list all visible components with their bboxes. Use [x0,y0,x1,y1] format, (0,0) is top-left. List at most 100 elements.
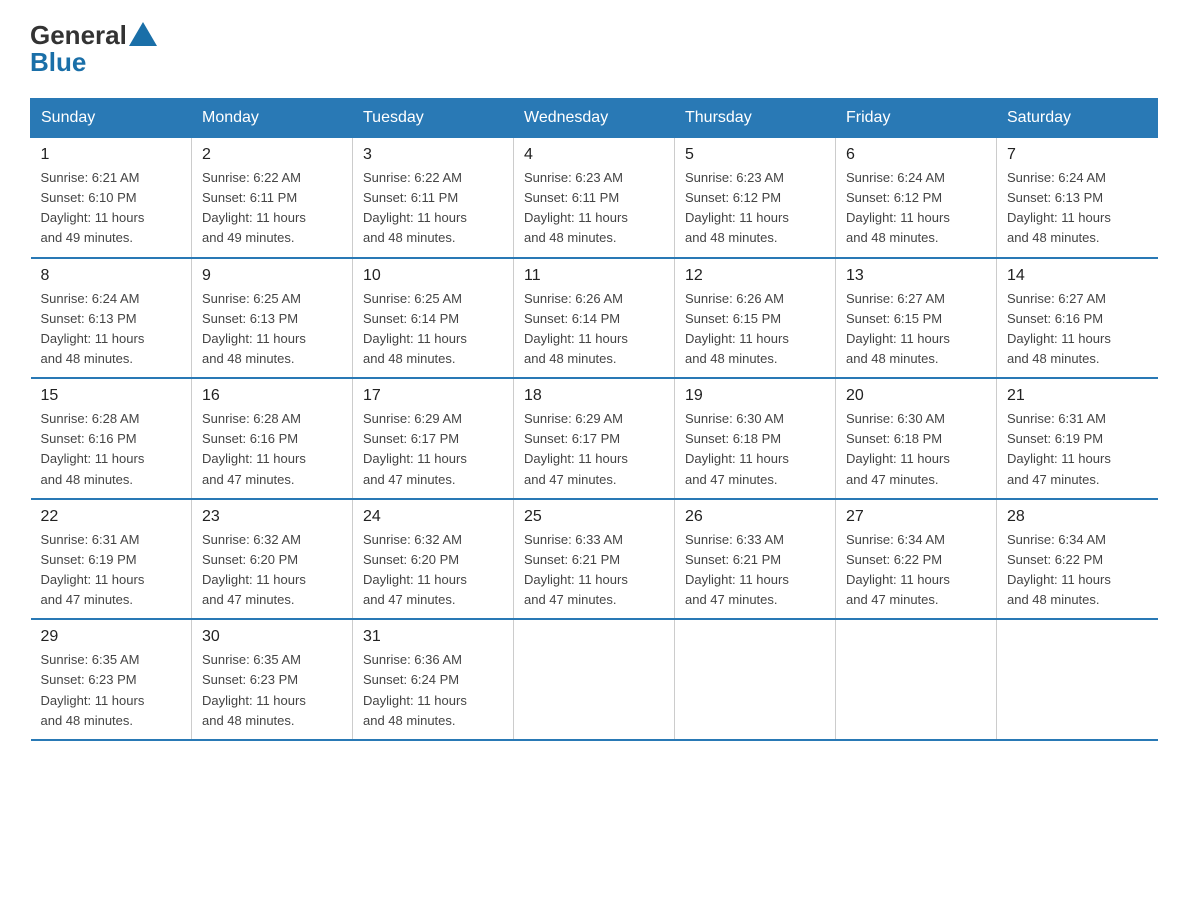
calendar-week-row: 15 Sunrise: 6:28 AM Sunset: 6:16 PM Dayli… [31,378,1158,499]
day-number: 22 [41,508,182,526]
day-number: 28 [1007,508,1148,526]
day-number: 23 [202,508,342,526]
calendar-cell: 15 Sunrise: 6:28 AM Sunset: 6:16 PM Dayli… [31,378,192,499]
calendar-cell [997,619,1158,740]
calendar-cell: 5 Sunrise: 6:23 AM Sunset: 6:12 PM Daylig… [675,138,836,258]
day-number: 15 [41,387,182,405]
calendar-cell [675,619,836,740]
calendar-cell: 10 Sunrise: 6:25 AM Sunset: 6:14 PM Dayli… [353,258,514,379]
day-info: Sunrise: 6:22 AM Sunset: 6:11 PM Dayligh… [202,168,342,249]
day-info: Sunrise: 6:32 AM Sunset: 6:20 PM Dayligh… [363,530,503,611]
calendar-cell: 13 Sunrise: 6:27 AM Sunset: 6:15 PM Dayli… [836,258,997,379]
day-info: Sunrise: 6:24 AM Sunset: 6:13 PM Dayligh… [1007,168,1148,249]
day-info: Sunrise: 6:34 AM Sunset: 6:22 PM Dayligh… [846,530,986,611]
day-number: 14 [1007,267,1148,285]
calendar-cell: 21 Sunrise: 6:31 AM Sunset: 6:19 PM Dayli… [997,378,1158,499]
col-header-monday: Monday [192,99,353,138]
calendar-cell: 12 Sunrise: 6:26 AM Sunset: 6:15 PM Dayli… [675,258,836,379]
day-number: 6 [846,146,986,164]
col-header-wednesday: Wednesday [514,99,675,138]
calendar-cell: 22 Sunrise: 6:31 AM Sunset: 6:19 PM Dayli… [31,499,192,620]
day-info: Sunrise: 6:24 AM Sunset: 6:12 PM Dayligh… [846,168,986,249]
day-number: 17 [363,387,503,405]
calendar-cell: 27 Sunrise: 6:34 AM Sunset: 6:22 PM Dayli… [836,499,997,620]
calendar-cell: 3 Sunrise: 6:22 AM Sunset: 6:11 PM Daylig… [353,138,514,258]
day-info: Sunrise: 6:33 AM Sunset: 6:21 PM Dayligh… [685,530,825,611]
day-info: Sunrise: 6:33 AM Sunset: 6:21 PM Dayligh… [524,530,664,611]
day-info: Sunrise: 6:27 AM Sunset: 6:15 PM Dayligh… [846,289,986,370]
calendar-week-row: 22 Sunrise: 6:31 AM Sunset: 6:19 PM Dayli… [31,499,1158,620]
calendar-cell: 25 Sunrise: 6:33 AM Sunset: 6:21 PM Dayli… [514,499,675,620]
logo-blue-text: Blue [30,47,86,78]
calendar-week-row: 1 Sunrise: 6:21 AM Sunset: 6:10 PM Daylig… [31,138,1158,258]
calendar-cell: 31 Sunrise: 6:36 AM Sunset: 6:24 PM Dayli… [353,619,514,740]
day-info: Sunrise: 6:29 AM Sunset: 6:17 PM Dayligh… [524,409,664,490]
calendar-cell: 7 Sunrise: 6:24 AM Sunset: 6:13 PM Daylig… [997,138,1158,258]
calendar-table: SundayMondayTuesdayWednesdayThursdayFrid… [30,98,1158,741]
day-info: Sunrise: 6:21 AM Sunset: 6:10 PM Dayligh… [41,168,182,249]
day-info: Sunrise: 6:36 AM Sunset: 6:24 PM Dayligh… [363,650,503,731]
day-number: 25 [524,508,664,526]
calendar-cell: 4Sunrise: 6:23 AM Sunset: 6:11 PM Daylig… [514,138,675,258]
day-info: Sunrise: 6:35 AM Sunset: 6:23 PM Dayligh… [202,650,342,731]
logo-flag-icon [129,22,157,46]
day-info: Sunrise: 6:23 AM Sunset: 6:11 PM Dayligh… [524,168,664,249]
day-number: 3 [363,146,503,164]
day-info: Sunrise: 6:31 AM Sunset: 6:19 PM Dayligh… [1007,409,1148,490]
calendar-cell: 1 Sunrise: 6:21 AM Sunset: 6:10 PM Daylig… [31,138,192,258]
day-number: 10 [363,267,503,285]
day-info: Sunrise: 6:28 AM Sunset: 6:16 PM Dayligh… [202,409,342,490]
day-info: Sunrise: 6:28 AM Sunset: 6:16 PM Dayligh… [41,409,182,490]
calendar-cell: 18Sunrise: 6:29 AM Sunset: 6:17 PM Dayli… [514,378,675,499]
calendar-cell: 19Sunrise: 6:30 AM Sunset: 6:18 PM Dayli… [675,378,836,499]
day-number: 24 [363,508,503,526]
calendar-cell: 28 Sunrise: 6:34 AM Sunset: 6:22 PM Dayli… [997,499,1158,620]
calendar-cell [514,619,675,740]
day-number: 26 [685,508,825,526]
calendar-cell: 14Sunrise: 6:27 AM Sunset: 6:16 PM Dayli… [997,258,1158,379]
day-number: 21 [1007,387,1148,405]
calendar-cell: 16 Sunrise: 6:28 AM Sunset: 6:16 PM Dayli… [192,378,353,499]
calendar-cell: 6 Sunrise: 6:24 AM Sunset: 6:12 PM Daylig… [836,138,997,258]
day-number: 27 [846,508,986,526]
calendar-cell: 29 Sunrise: 6:35 AM Sunset: 6:23 PM Dayli… [31,619,192,740]
page-header: General Blue [30,20,1158,78]
day-info: Sunrise: 6:22 AM Sunset: 6:11 PM Dayligh… [363,168,503,249]
day-number: 29 [41,628,182,646]
day-number: 11 [524,267,664,285]
day-info: Sunrise: 6:25 AM Sunset: 6:14 PM Dayligh… [363,289,503,370]
day-info: Sunrise: 6:26 AM Sunset: 6:15 PM Dayligh… [685,289,825,370]
calendar-cell: 30Sunrise: 6:35 AM Sunset: 6:23 PM Dayli… [192,619,353,740]
calendar-cell [836,619,997,740]
calendar-cell: 23Sunrise: 6:32 AM Sunset: 6:20 PM Dayli… [192,499,353,620]
calendar-week-row: 29 Sunrise: 6:35 AM Sunset: 6:23 PM Dayli… [31,619,1158,740]
col-header-saturday: Saturday [997,99,1158,138]
day-number: 2 [202,146,342,164]
calendar-cell: 26 Sunrise: 6:33 AM Sunset: 6:21 PM Dayli… [675,499,836,620]
day-info: Sunrise: 6:30 AM Sunset: 6:18 PM Dayligh… [846,409,986,490]
day-info: Sunrise: 6:35 AM Sunset: 6:23 PM Dayligh… [41,650,182,731]
col-header-friday: Friday [836,99,997,138]
day-number: 31 [363,628,503,646]
day-number: 1 [41,146,182,164]
calendar-week-row: 8Sunrise: 6:24 AM Sunset: 6:13 PM Daylig… [31,258,1158,379]
day-info: Sunrise: 6:25 AM Sunset: 6:13 PM Dayligh… [202,289,342,370]
day-number: 7 [1007,146,1148,164]
day-info: Sunrise: 6:31 AM Sunset: 6:19 PM Dayligh… [41,530,182,611]
calendar-cell: 9 Sunrise: 6:25 AM Sunset: 6:13 PM Daylig… [192,258,353,379]
col-header-sunday: Sunday [31,99,192,138]
day-info: Sunrise: 6:34 AM Sunset: 6:22 PM Dayligh… [1007,530,1148,611]
day-number: 16 [202,387,342,405]
calendar-header-row: SundayMondayTuesdayWednesdayThursdayFrid… [31,99,1158,138]
day-info: Sunrise: 6:26 AM Sunset: 6:14 PM Dayligh… [524,289,664,370]
day-number: 9 [202,267,342,285]
day-info: Sunrise: 6:29 AM Sunset: 6:17 PM Dayligh… [363,409,503,490]
col-header-thursday: Thursday [675,99,836,138]
logo: General Blue [30,20,157,78]
day-number: 12 [685,267,825,285]
day-info: Sunrise: 6:24 AM Sunset: 6:13 PM Dayligh… [41,289,182,370]
day-number: 13 [846,267,986,285]
day-number: 19 [685,387,825,405]
day-number: 5 [685,146,825,164]
day-info: Sunrise: 6:23 AM Sunset: 6:12 PM Dayligh… [685,168,825,249]
